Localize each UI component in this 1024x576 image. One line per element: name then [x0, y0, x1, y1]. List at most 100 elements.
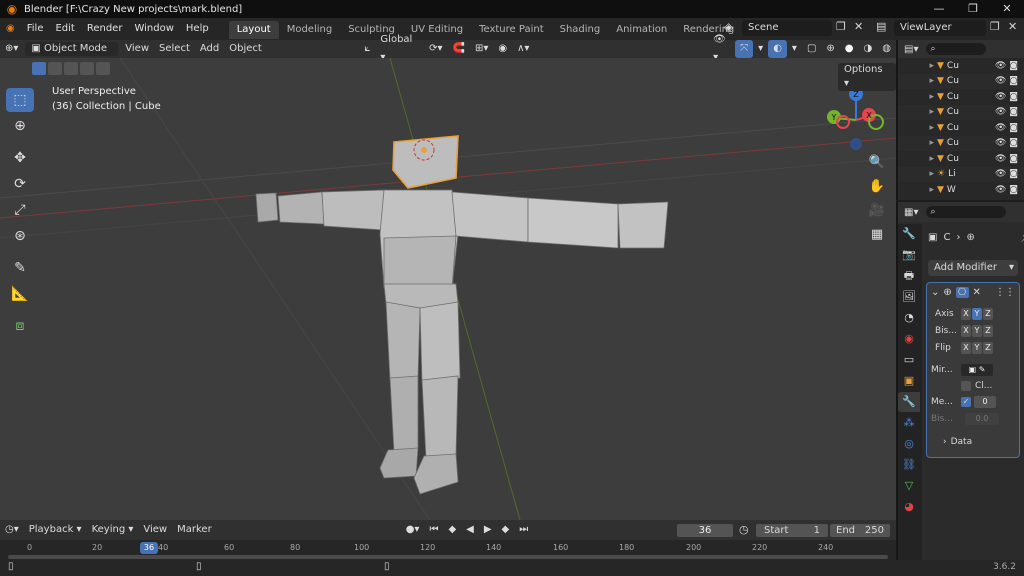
- outliner-row[interactable]: ▸ ▼ Cu 👁 ◙: [898, 151, 1024, 167]
- render-tab-icon[interactable]: 📷: [898, 245, 920, 265]
- outliner-row[interactable]: ▸ ▼ W 👁 ◙: [898, 182, 1024, 198]
- outliner-editor-icon[interactable]: ▤▾: [904, 44, 918, 55]
- expand-arrow-icon[interactable]: ▸: [898, 76, 934, 86]
- select-box-tool-icon[interactable]: ⬚: [6, 88, 34, 112]
- snap-icon[interactable]: 🧲: [448, 40, 470, 58]
- timeline-editor-icon[interactable]: ◷▾: [0, 521, 24, 539]
- merge-distance-field[interactable]: 0: [974, 396, 996, 408]
- clipping-checkbox[interactable]: [961, 381, 971, 391]
- pivot-icon[interactable]: ⟳▾: [424, 40, 447, 58]
- 3d-viewport[interactable]: Z X Y User Perspective (36) Collection |…: [0, 58, 896, 520]
- shading-solid-icon[interactable]: ●: [840, 40, 859, 58]
- menu-select[interactable]: Select: [154, 40, 195, 58]
- world-tab-icon[interactable]: ◉: [898, 329, 920, 349]
- playhead[interactable]: 36: [140, 542, 158, 554]
- expand-arrow-icon[interactable]: ▸: [898, 169, 934, 179]
- menu-timeline-view[interactable]: View: [138, 521, 172, 539]
- menu-playback[interactable]: Playback ▾: [24, 521, 87, 539]
- shading-wireframe-icon[interactable]: ⊕: [821, 40, 839, 58]
- tab-shading[interactable]: Shading: [552, 21, 609, 39]
- menu-window[interactable]: Window: [128, 18, 179, 40]
- properties-search-icon[interactable]: ⌕: [926, 206, 1007, 218]
- material-tab-icon[interactable]: ◕: [898, 497, 920, 517]
- outliner-row[interactable]: ▸ ▼ Cu 👁 ◙: [898, 120, 1024, 136]
- menu-keying[interactable]: Keying ▾: [87, 521, 139, 539]
- orientation-icon[interactable]: ⟀: [359, 40, 375, 58]
- visibility-eye-icon[interactable]: 👁 ◙: [995, 169, 1018, 179]
- add-cube-tool-icon[interactable]: ⧈: [6, 314, 34, 338]
- visibility-eye-icon[interactable]: 👁 ◙: [995, 138, 1018, 148]
- snap-target-icon[interactable]: ⊞▾: [470, 40, 493, 58]
- timeline-scrollbar[interactable]: [8, 555, 888, 559]
- output-tab-icon[interactable]: 🖶: [898, 266, 920, 286]
- select-intersect-icon[interactable]: [96, 62, 110, 75]
- current-frame-field[interactable]: 36: [677, 524, 733, 537]
- shading-rendered-icon[interactable]: ◍: [877, 40, 896, 58]
- mode-selector[interactable]: ▣ Object Mode ▾: [25, 42, 119, 68]
- menu-view[interactable]: View: [120, 40, 154, 58]
- merge-checkbox[interactable]: ✓: [961, 397, 971, 407]
- visibility-eye-icon[interactable]: 👁 ◙: [995, 92, 1018, 102]
- visibility-eye-icon[interactable]: 👁 ◙: [995, 123, 1018, 133]
- flip-z-toggle[interactable]: Z: [983, 342, 993, 354]
- end-frame-field[interactable]: End 250: [830, 524, 890, 537]
- proportional-edit-icon[interactable]: ◉: [493, 40, 512, 58]
- jump-end-icon[interactable]: ⏭: [514, 521, 533, 539]
- physics-tab-icon[interactable]: ◎: [898, 434, 920, 454]
- visibility-eye-icon[interactable]: 👁 ◙: [995, 185, 1018, 195]
- expand-arrow-icon[interactable]: ▸: [898, 107, 934, 117]
- axis-x-toggle[interactable]: X: [961, 308, 971, 320]
- timeline-ruler[interactable]: 0 20 40 60 80 100 120 140 160 180 200 22…: [0, 540, 896, 560]
- jump-start-icon[interactable]: ⏮: [424, 521, 443, 539]
- new-view-layer-icon[interactable]: ❐: [990, 20, 1000, 33]
- rotate-tool-icon[interactable]: ⟳: [6, 172, 34, 196]
- blender-menu-icon[interactable]: ◉: [0, 18, 21, 40]
- particles-tab-icon[interactable]: ⁂: [898, 413, 920, 433]
- outliner-row[interactable]: ▸ ▼ Cu 👁 ◙: [898, 104, 1024, 120]
- delete-view-layer-icon[interactable]: ✕: [1008, 20, 1017, 33]
- select-subtract-icon[interactable]: [64, 62, 78, 75]
- object-tab-icon[interactable]: ▣: [898, 371, 920, 391]
- data-tab-icon[interactable]: ▽: [898, 476, 920, 496]
- visibility-eye-icon[interactable]: 👁 ◙: [995, 107, 1018, 117]
- maximize-button[interactable]: ❐: [956, 0, 990, 18]
- outliner-row[interactable]: ▸ ☀ Li 👁 ◙: [898, 166, 1024, 182]
- axis-z-toggle[interactable]: Z: [983, 308, 993, 320]
- overlay-dropdown-icon[interactable]: ▾: [787, 40, 802, 58]
- record-icon[interactable]: ●▾: [401, 521, 425, 539]
- play-icon[interactable]: ▶: [479, 521, 497, 539]
- ortho-toggle-icon[interactable]: ▦: [866, 224, 888, 246]
- mirror-object-field[interactable]: ▣ ✎: [961, 364, 993, 376]
- constraints-tab-icon[interactable]: ⛓: [898, 455, 920, 475]
- preview-range-icon[interactable]: ◷: [739, 523, 749, 536]
- minimize-button[interactable]: —: [922, 0, 956, 18]
- jump-keyframe-back-icon[interactable]: ◆: [443, 521, 461, 539]
- outliner-row[interactable]: ▸ ▼ Cu 👁 ◙: [898, 73, 1024, 89]
- options-button[interactable]: Options ▾: [838, 63, 896, 91]
- tab-animation[interactable]: Animation: [608, 21, 675, 39]
- collection-tab-icon[interactable]: ▭: [898, 350, 920, 370]
- gizmo-dropdown-icon[interactable]: ▾: [753, 40, 768, 58]
- tab-modeling[interactable]: Modeling: [279, 21, 341, 39]
- xray-icon[interactable]: ▢: [802, 40, 821, 58]
- cursor-tool-icon[interactable]: ⊕: [6, 114, 34, 138]
- play-reverse-icon[interactable]: ◀: [461, 521, 479, 539]
- scene-selector[interactable]: Scene: [742, 20, 832, 36]
- expand-arrow-icon[interactable]: ▸: [898, 154, 934, 164]
- menu-help[interactable]: Help: [180, 18, 215, 40]
- view-layer-icon[interactable]: ▤: [876, 20, 886, 33]
- tool-tab-icon[interactable]: 🔧: [898, 224, 920, 244]
- data-subpanel[interactable]: › Data: [927, 437, 1019, 447]
- new-scene-icon[interactable]: ❐: [836, 20, 846, 33]
- remove-modifier-icon[interactable]: ✕: [973, 287, 981, 298]
- bisect-y-toggle[interactable]: Y: [972, 325, 982, 337]
- bisect-z-toggle[interactable]: Z: [983, 325, 993, 337]
- modifier-tab-icon[interactable]: 🔧: [898, 392, 920, 412]
- zoom-icon[interactable]: 🔍: [866, 152, 888, 174]
- annotate-tool-icon[interactable]: ✎: [6, 256, 34, 280]
- menu-object[interactable]: Object: [224, 40, 267, 58]
- axis-y-toggle[interactable]: Y: [972, 308, 982, 320]
- expand-arrow-icon[interactable]: ▸: [898, 138, 934, 148]
- menu-add[interactable]: Add: [195, 40, 224, 58]
- expand-arrow-icon[interactable]: ▸: [898, 61, 934, 71]
